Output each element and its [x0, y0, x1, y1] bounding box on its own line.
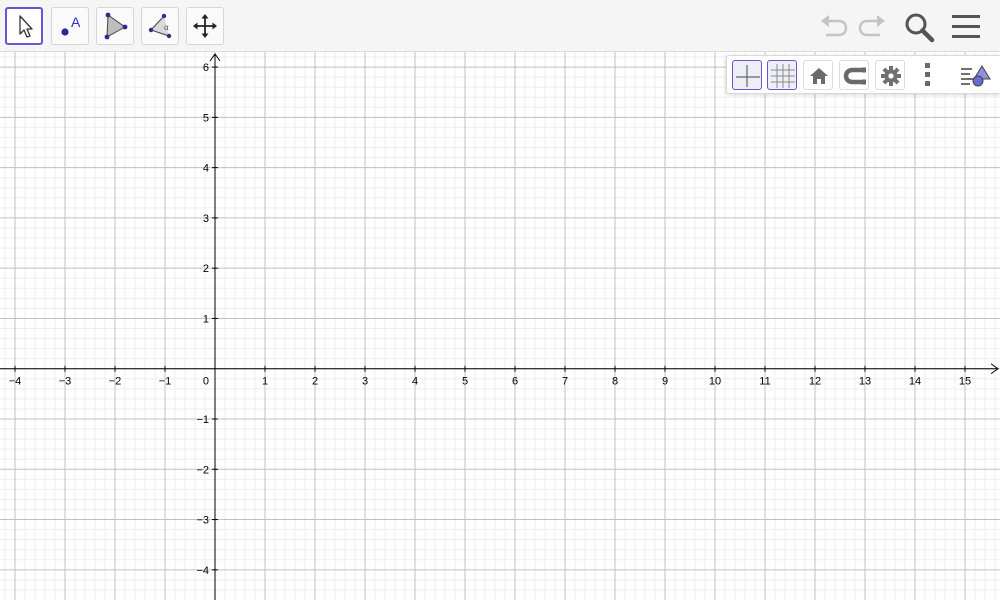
- minor-grid: [0, 52, 1000, 600]
- x-tick-label: 7: [562, 376, 568, 388]
- x-tick-label: 5: [462, 376, 468, 388]
- y-tick-label: 4: [203, 163, 209, 175]
- tool-angle-button[interactable]: α: [141, 7, 179, 45]
- tool-move-button[interactable]: [5, 7, 43, 45]
- undo-button[interactable]: [818, 12, 850, 42]
- y-tick-label: 1: [203, 313, 209, 325]
- algebra-view-icon: [961, 65, 991, 87]
- redo-icon: [858, 15, 885, 37]
- undo-icon: [821, 15, 848, 37]
- search-button[interactable]: [902, 10, 936, 44]
- coordinate-axes: [0, 53, 999, 600]
- x-tick-label: 4: [412, 376, 418, 388]
- main-menu-button[interactable]: [950, 12, 982, 42]
- grid-toggle-icon: [771, 64, 795, 88]
- y-tick-label: 5: [203, 112, 209, 124]
- x-tick-label: 3: [362, 376, 368, 388]
- toggle-algebra-view-button[interactable]: [959, 60, 991, 90]
- more-options-button[interactable]: [913, 60, 943, 90]
- magnet-icon: [843, 67, 866, 85]
- x-tick-label: −2: [109, 376, 122, 388]
- redo-button[interactable]: [856, 12, 888, 42]
- x-tick-label: −3: [59, 376, 72, 388]
- tool-move-graphics-button[interactable]: [186, 7, 224, 45]
- x-tick-label: 9: [662, 376, 668, 388]
- x-tick-label: 6: [512, 376, 518, 388]
- angle-icon: α: [148, 13, 172, 39]
- toggle-grid-button[interactable]: [767, 60, 797, 90]
- x-tick-label: 2: [312, 376, 318, 388]
- x-tick-label: 11: [759, 376, 770, 388]
- origin-label: 0: [203, 376, 209, 388]
- x-tick-label: −1: [159, 376, 172, 388]
- axes-toggle-icon: [736, 65, 760, 87]
- x-tick-label: 8: [612, 376, 618, 388]
- polygon-icon: [104, 12, 128, 40]
- y-tick-label: −4: [196, 565, 209, 577]
- x-tick-label: 13: [859, 376, 871, 388]
- search-icon: [905, 13, 935, 43]
- angle-icon-label: α: [164, 23, 169, 32]
- x-tick-label: 1: [262, 376, 268, 388]
- home-icon: [810, 68, 828, 84]
- x-tick-label: −4: [9, 376, 22, 388]
- y-tick-label: 3: [203, 213, 209, 225]
- point-capturing-button[interactable]: [839, 60, 869, 90]
- x-tick-label: 10: [709, 376, 721, 388]
- arrow-cursor-icon: [19, 15, 33, 38]
- graphics-settings-button[interactable]: [875, 60, 905, 90]
- standard-view-button[interactable]: [803, 60, 833, 90]
- move-view-icon: [193, 14, 217, 38]
- point-icon: A: [61, 14, 81, 36]
- x-tick-label: 15: [959, 376, 971, 388]
- main-toolbar: A α: [0, 0, 1000, 52]
- major-grid: [0, 52, 1000, 600]
- tool-point-button[interactable]: A: [51, 7, 89, 45]
- gear-icon: [881, 66, 901, 86]
- y-tick-label: 6: [203, 62, 209, 74]
- x-tick-label: 14: [909, 376, 921, 388]
- y-tick-label: −1: [196, 414, 209, 426]
- y-tick-label: −2: [196, 464, 209, 476]
- tool-polygon-button[interactable]: [96, 7, 134, 45]
- hamburger-menu-icon: [952, 15, 980, 38]
- y-tick-label: −3: [196, 515, 209, 527]
- more-vertical-icon: [925, 63, 930, 86]
- toggle-axes-button[interactable]: [732, 60, 762, 90]
- point-icon-label: A: [71, 14, 81, 30]
- graphics-style-bar: [726, 55, 1000, 94]
- y-tick-label: 2: [203, 263, 209, 275]
- graphics-view-canvas[interactable]: −4 −3 −2 −1 1 2 3 4 5 6 7 8 9 10 11 12 13 14 15654321−1−2−…: [0, 52, 1000, 600]
- x-tick-label: 12: [809, 376, 821, 388]
